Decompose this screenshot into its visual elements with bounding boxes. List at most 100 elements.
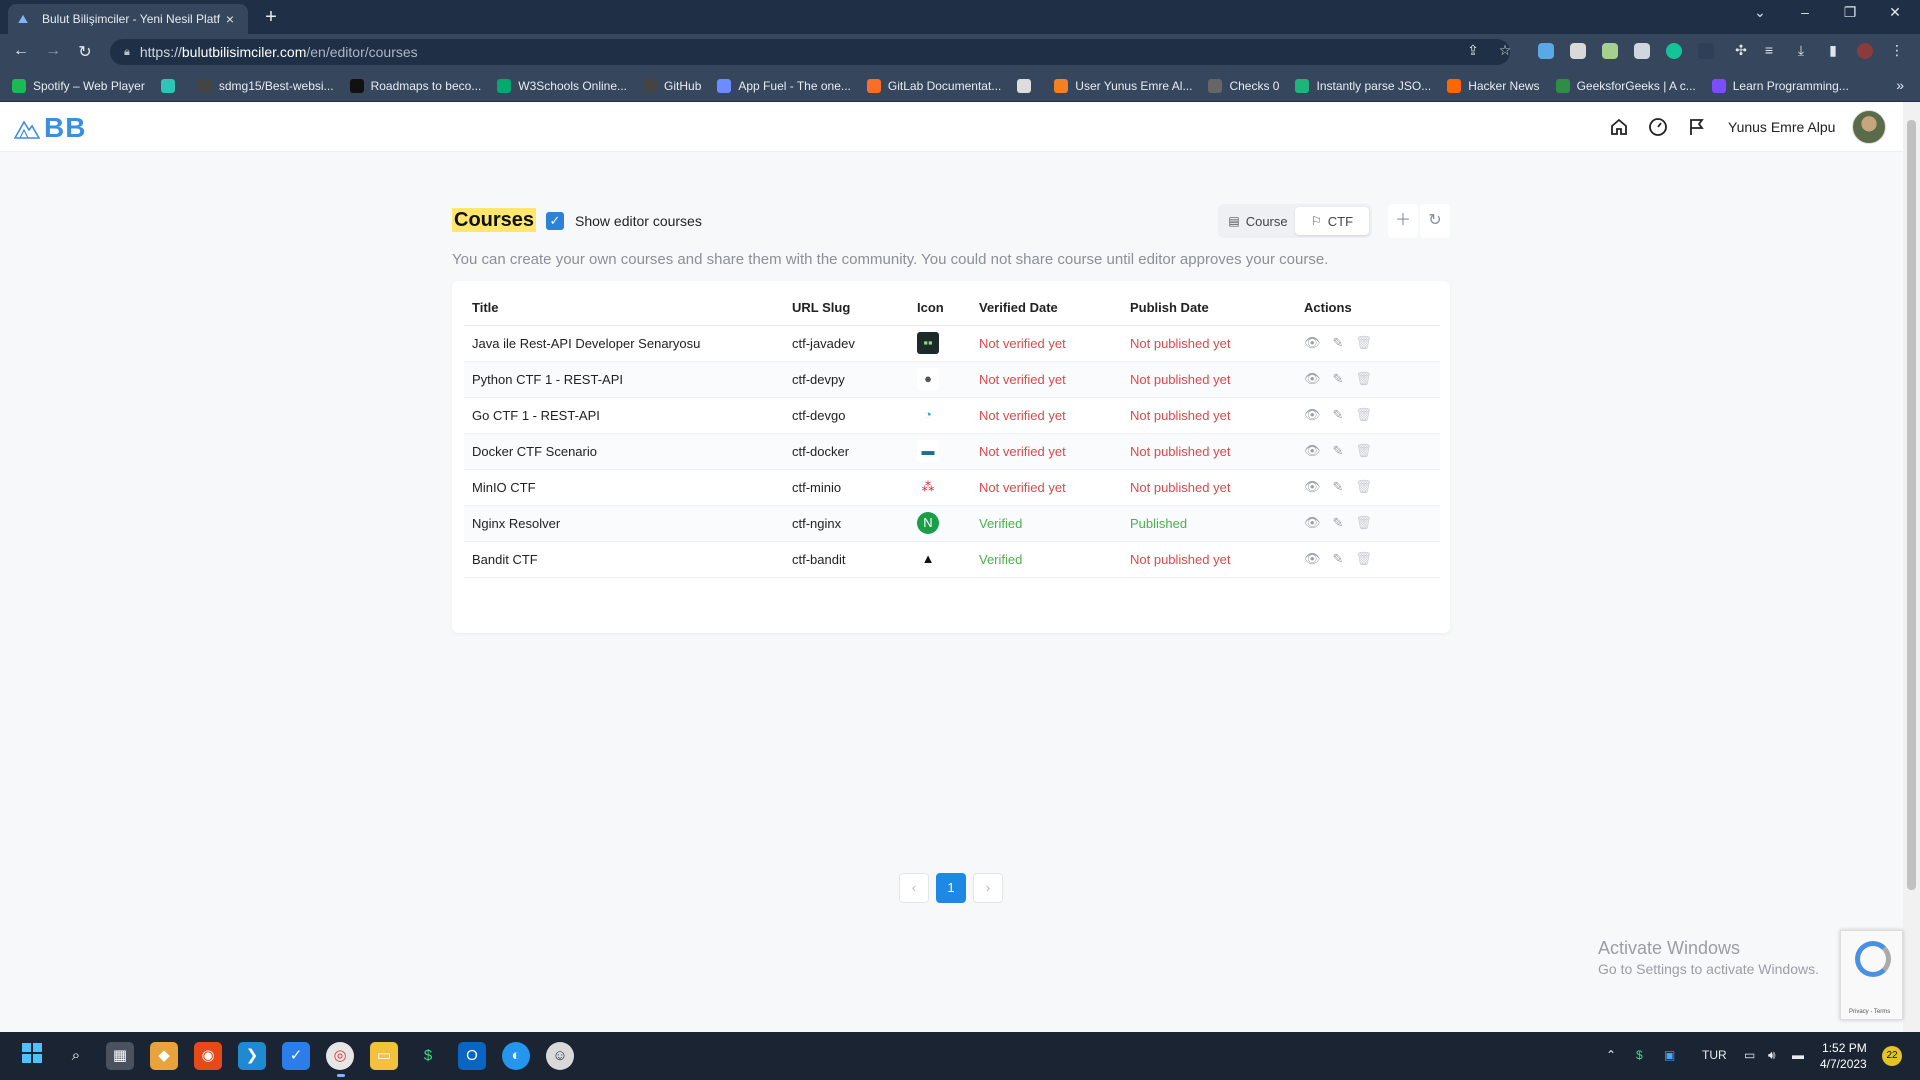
extension-sheets-icon[interactable]	[1602, 43, 1618, 59]
view-icon[interactable]: 👁︎	[1304, 371, 1321, 386]
side-panel-icon[interactable]: ▮	[1822, 42, 1844, 59]
system-clock[interactable]: 1:52 PM 4/7/2023	[1820, 1040, 1867, 1072]
close-tab-icon[interactable]: ×	[222, 11, 238, 27]
bookmark-item[interactable]	[1017, 78, 1038, 93]
col-verified[interactable]: Verified Date	[971, 291, 1122, 326]
edit-icon[interactable]: ✎	[1333, 443, 1344, 458]
segment-ctf[interactable]: ⚐ CTF	[1295, 207, 1369, 235]
forward-icon[interactable]: →	[42, 42, 64, 60]
next-page-button[interactable]: ›	[973, 873, 1003, 903]
bookmark-item[interactable]	[160, 78, 182, 93]
restore-button[interactable]: ❐	[1830, 4, 1870, 21]
recaptcha-terms[interactable]: Privacy - Terms	[1849, 1009, 1890, 1015]
view-icon[interactable]: 👁︎	[1304, 407, 1321, 422]
prev-page-button[interactable]: ‹	[899, 873, 929, 903]
windows-start-icon[interactable]	[18, 1042, 46, 1070]
bookmark-item[interactable]: W3Schools Online...	[497, 78, 627, 93]
edit-icon[interactable]: ✎	[1333, 551, 1344, 566]
new-tab-button[interactable]: +	[260, 6, 282, 29]
tray-outlook-icon[interactable]: ▣	[1664, 1048, 1675, 1062]
bookmark-item[interactable]: Learn Programming...	[1711, 78, 1849, 93]
tray-dollar-icon[interactable]: $	[1636, 1048, 1643, 1062]
dollar-app-icon[interactable]: $	[414, 1042, 442, 1070]
delete-icon[interactable]: 🗑︎	[1355, 479, 1372, 494]
extension-react-icon[interactable]	[1538, 43, 1554, 59]
network-icon[interactable]: ▭	[1744, 1048, 1755, 1062]
delete-icon[interactable]: 🗑︎	[1355, 551, 1372, 566]
delete-icon[interactable]: 🗑︎	[1355, 371, 1372, 386]
address-bar[interactable]: 🔒︎ https:// bulutbilisimciler.com /en/ed…	[110, 39, 1510, 65]
app-postman-icon[interactable]: ◉	[194, 1042, 222, 1070]
browser-menu-icon[interactable]: ⋮	[1886, 42, 1908, 59]
tab-search-icon[interactable]: ⌄	[1740, 4, 1780, 21]
edit-icon[interactable]: ✎	[1333, 407, 1344, 422]
app-bird-icon[interactable]: ☺	[546, 1042, 574, 1070]
add-course-button[interactable]: ＋	[1388, 204, 1418, 238]
col-title[interactable]: Title	[464, 291, 784, 326]
bookmark-item[interactable]: User Yunus Emre Al...	[1054, 78, 1192, 93]
back-icon[interactable]: ←	[10, 42, 32, 60]
reload-icon[interactable]: ↻	[74, 42, 96, 62]
view-icon[interactable]: 👁︎	[1304, 515, 1321, 530]
show-editor-checkbox[interactable]: ✓	[546, 212, 564, 230]
bookmark-item[interactable]: GeeksforGeeks | A c...	[1555, 78, 1696, 93]
bookmark-item[interactable]: Checks 0	[1208, 78, 1279, 93]
file-explorer-icon[interactable]: ▭	[370, 1042, 398, 1070]
recaptcha-badge[interactable]: Privacy - Terms	[1840, 930, 1903, 1020]
col-publish[interactable]: Publish Date	[1122, 291, 1296, 326]
username[interactable]: Yunus Emre Alpu	[1728, 119, 1835, 135]
bookmark-item[interactable]: Roadmaps to beco...	[349, 78, 481, 93]
view-icon[interactable]: 👁︎	[1304, 443, 1321, 458]
bookmark-item[interactable]: GitHub	[643, 78, 701, 93]
home-icon[interactable]	[1608, 117, 1630, 139]
user-avatar[interactable]	[1852, 110, 1886, 144]
close-window-button[interactable]: ✕	[1875, 4, 1915, 21]
bookmark-item[interactable]: GitLab Documentat...	[866, 78, 1001, 93]
delete-icon[interactable]: 🗑︎	[1355, 335, 1372, 350]
delete-icon[interactable]: 🗑︎	[1355, 407, 1372, 422]
chrome-icon[interactable]: ◎	[326, 1042, 354, 1070]
docker-desktop-icon[interactable]: ◐	[502, 1042, 530, 1070]
bookmark-item[interactable]: sdmg15/Best-websi...	[197, 78, 334, 93]
scrollbar-thumb[interactable]	[1907, 120, 1916, 890]
view-icon[interactable]: 👁︎	[1304, 551, 1321, 566]
language-indicator[interactable]: TUR	[1702, 1048, 1727, 1062]
page-1-button[interactable]: 1	[936, 873, 966, 903]
site-logo[interactable]: BB	[14, 112, 86, 144]
show-editor-label[interactable]: Show editor courses	[575, 213, 702, 229]
browser-tab[interactable]: ⛰ Bulut Bilişimciler - Yeni Nesil Platf …	[8, 4, 248, 34]
extension-shield-icon[interactable]	[1634, 43, 1650, 59]
flag-icon[interactable]	[1686, 117, 1708, 139]
minimize-button[interactable]: –	[1785, 4, 1825, 20]
segment-course[interactable]: ▤ Course	[1221, 207, 1295, 235]
view-icon[interactable]: 👁︎	[1304, 335, 1321, 350]
col-slug[interactable]: URL Slug	[784, 291, 909, 326]
bookmarks-overflow-icon[interactable]: »	[1896, 77, 1904, 93]
download-icon[interactable]: ⤓	[1790, 42, 1812, 59]
share-icon[interactable]: ⇪	[1462, 42, 1484, 59]
outlook-icon[interactable]: O	[458, 1042, 486, 1070]
dashboard-icon[interactable]	[1647, 117, 1669, 139]
todo-icon[interactable]: ✓	[282, 1042, 310, 1070]
notification-badge[interactable]: 22	[1882, 1046, 1902, 1066]
edit-icon[interactable]: ✎	[1333, 515, 1344, 530]
edit-icon[interactable]: ✎	[1333, 371, 1344, 386]
edit-icon[interactable]: ✎	[1333, 335, 1344, 350]
extensions-puzzle-icon[interactable]: ✣	[1730, 42, 1752, 59]
extension-placeholder-icon[interactable]	[1698, 43, 1714, 59]
search-icon[interactable]: ⌕	[62, 1042, 90, 1070]
reading-list-icon[interactable]: ≡	[1758, 42, 1780, 58]
bookmark-star-icon[interactable]: ☆	[1494, 42, 1516, 59]
extension-grammarly-icon[interactable]	[1666, 43, 1682, 59]
tray-overflow-icon[interactable]: ⌃	[1606, 1048, 1616, 1062]
delete-icon[interactable]: 🗑︎	[1355, 515, 1372, 530]
profile-avatar-icon[interactable]	[1857, 43, 1873, 59]
edit-icon[interactable]: ✎	[1333, 479, 1344, 494]
view-icon[interactable]: 👁︎	[1304, 479, 1321, 494]
vscode-icon[interactable]: ❯	[238, 1042, 266, 1070]
page-scrollbar[interactable]	[1903, 102, 1920, 1032]
bookmark-item[interactable]: App Fuel - The one...	[717, 78, 851, 93]
bookmark-item[interactable]: Hacker News	[1447, 78, 1540, 93]
volume-icon[interactable]: 🔊︎	[1768, 1048, 1776, 1063]
refresh-button[interactable]: ↻	[1420, 204, 1450, 238]
